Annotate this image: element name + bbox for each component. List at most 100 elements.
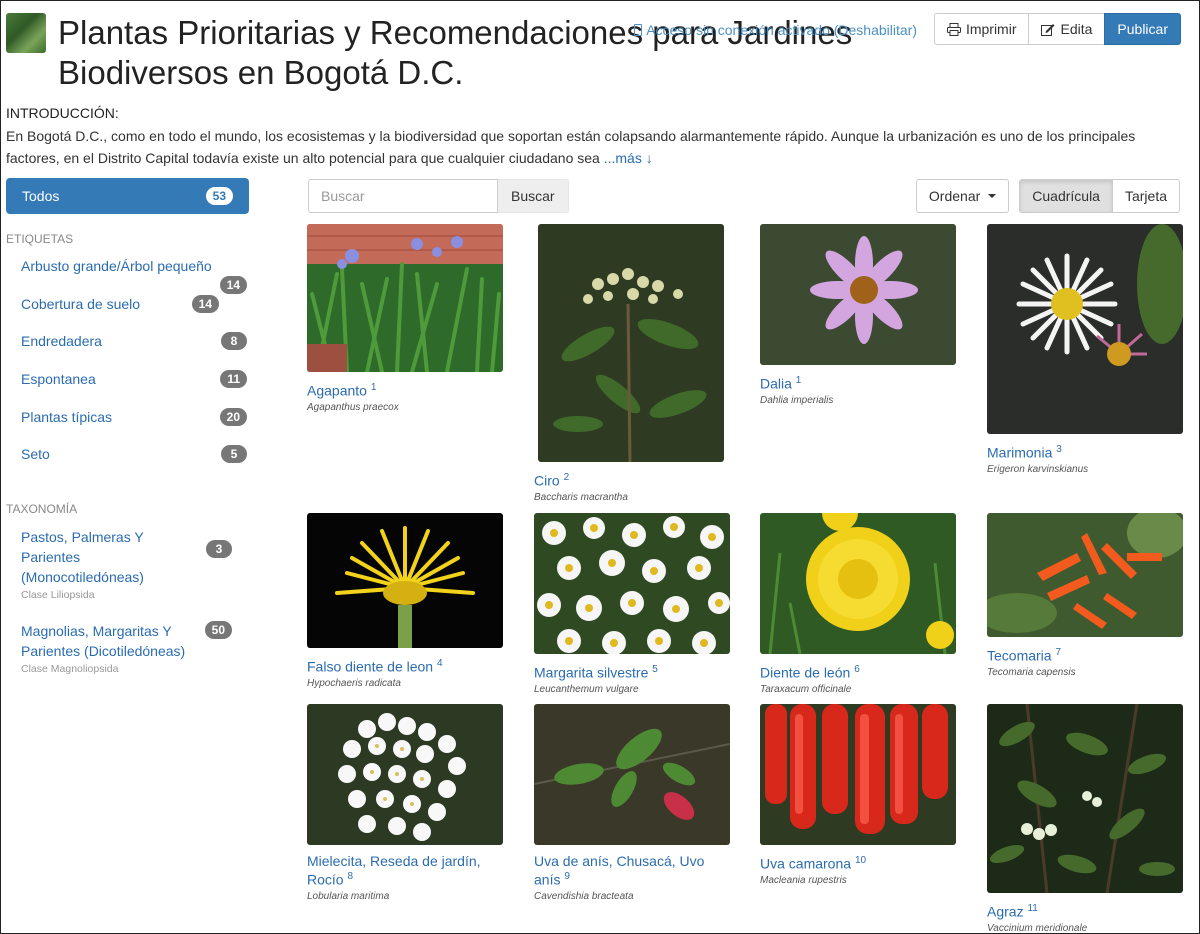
sidebar-item-label: Arbusto grande/Árbol pequeño (21, 258, 212, 274)
plant-card[interactable]: Diente de león 6 Taraxacum officinale (760, 513, 956, 695)
sidebar-item-tag[interactable]: Plantas típicas 20 (6, 408, 264, 426)
card-view-button[interactable]: Tarjeta (1111, 179, 1180, 213)
sort-dropdown[interactable]: Ordenar (915, 179, 1010, 213)
plant-card[interactable]: Agraz 11 Vaccinium meridionale (987, 704, 1183, 934)
plant-image[interactable] (987, 224, 1183, 434)
plant-name-link[interactable]: Margarita silvestre 5 (534, 662, 730, 681)
collection-thumbnail (6, 13, 46, 53)
print-button[interactable]: Imprimir (933, 13, 1030, 45)
plant-name: Dalia (760, 375, 792, 392)
plant-name: Tecomaria (987, 647, 1052, 664)
publish-button[interactable]: Publicar (1104, 13, 1181, 45)
plant-card[interactable]: Agapanto 1 Agapanthus praecox (307, 224, 503, 413)
sidebar-item-tag[interactable]: Arbusto grande/Árbol pequeño 14 (6, 258, 264, 294)
plant-number: 11 (1027, 903, 1038, 914)
count-badge: 14 (191, 295, 219, 313)
plant-card[interactable]: Uva de anís, Chusacá, Uvo anís 9 Cavendi… (534, 704, 730, 902)
sidebar-item-tag[interactable]: Endredadera 8 (6, 332, 264, 350)
plant-name: Diente de león (760, 664, 851, 681)
plant-name: Uva camarona (760, 855, 852, 872)
plant-name: Uva de anís, Chusacá, Uvo anís (534, 853, 705, 888)
count-badge: 50 (204, 621, 232, 639)
plant-number: 10 (854, 855, 867, 866)
plant-card[interactable]: Dalia 1 Dahlia imperialis (760, 224, 956, 406)
plant-image[interactable] (534, 513, 730, 654)
plant-number: 1 (370, 382, 377, 393)
plant-name: Ciro (534, 472, 560, 489)
plant-name-link[interactable]: Ciro 2 (534, 470, 730, 489)
plant-number: 5 (652, 664, 658, 675)
plant-name-link[interactable]: Uva de anís, Chusacá, Uvo anís 9 (534, 853, 730, 888)
caret-down-icon (988, 194, 997, 198)
sidebar-item-taxon[interactable]: Pastos, Palmeras Y Parientes (Monocotile… (6, 527, 201, 587)
header-actions: Imprimir Edita Publicar (933, 13, 1181, 45)
search-button[interactable]: Buscar (498, 179, 569, 213)
count-badge: 20 (219, 408, 247, 426)
plant-image[interactable] (307, 224, 503, 372)
taxon-class: Clase Magnoliopsida (21, 663, 119, 675)
plant-image[interactable] (760, 224, 956, 365)
plant-name-link[interactable]: Marimonia 3 (987, 442, 1183, 461)
intro-text: En Bogotá D.C., como en todo el mundo, l… (6, 125, 1186, 169)
plant-card[interactable]: Mielecita, Reseda de jardín, Rocío 8 Lob… (307, 704, 503, 902)
offline-text: Acceso sin conexión activado (Deshabilit… (646, 22, 917, 38)
sidebar-item-tag[interactable]: Cobertura de suelo 14 (6, 295, 264, 313)
card-view-label: Tarjeta (1124, 188, 1167, 204)
plant-card[interactable]: Margarita silvestre 5 Leucanthemum vulga… (534, 513, 730, 695)
plant-card[interactable]: Marimonia 3 Erigeron karvinskianus (987, 224, 1183, 475)
plant-name: Margarita silvestre (534, 664, 649, 681)
plant-name-link[interactable]: Uva camarona 10 (760, 853, 956, 872)
scientific-name: Leucanthemum vulgare (534, 683, 639, 695)
plant-image[interactable] (538, 224, 724, 462)
plant-name: Agraz (987, 903, 1024, 920)
count-badge: 11 (220, 370, 247, 388)
plant-name-link[interactable]: Agapanto 1 (307, 380, 503, 399)
sidebar-item-all[interactable]: Todos 53 (6, 178, 249, 214)
read-more-link[interactable]: ...más ↓ (604, 150, 653, 166)
plant-name: Mielecita, Reseda de jardín, Rocío (307, 853, 481, 888)
scientific-name: Baccharis macrantha (534, 491, 628, 503)
plant-name-link[interactable]: Falso diente de leon 4 (307, 656, 503, 675)
plant-card[interactable]: Ciro 2 Baccharis macrantha (534, 224, 730, 503)
plant-card[interactable]: Uva camarona 10 Macleania rupestris (760, 704, 956, 886)
scientific-name: Tecomaria capensis (987, 666, 1076, 678)
plant-name-link[interactable]: Tecomaria 7 (987, 645, 1183, 664)
sidebar-item-label: Plantas típicas (21, 409, 113, 425)
plant-image[interactable] (987, 704, 1183, 893)
sidebar-item-tag[interactable]: Espontanea 11 (6, 370, 264, 388)
scientific-name: Vaccinium meridionale (987, 922, 1088, 934)
scientific-name: Dahlia imperialis (760, 394, 834, 406)
plant-number: 2 (563, 472, 570, 483)
count-badge: 8 (221, 332, 247, 350)
print-label: Imprimir (965, 21, 1017, 37)
plant-card[interactable]: Tecomaria 7 Tecomaria capensis (987, 513, 1183, 678)
plant-name-link[interactable]: Mielecita, Reseda de jardín, Rocío 8 (307, 853, 497, 888)
plant-card[interactable]: Falso diente de leon 4 Hypochaeris radic… (307, 513, 503, 689)
plant-number: 3 (1056, 444, 1062, 455)
plant-number: 4 (436, 658, 443, 669)
offline-access-link[interactable]: Acceso sin conexión activado (Deshabilit… (634, 22, 917, 38)
sidebar-item-tag[interactable]: Seto 5 (6, 445, 264, 463)
plant-name: Marimonia (987, 444, 1053, 461)
plant-image[interactable] (760, 513, 956, 654)
view-controls: Ordenar Cuadrícula Tarjeta (915, 179, 1180, 213)
plant-number: 6 (854, 664, 860, 675)
plant-image[interactable] (987, 513, 1183, 637)
intro-body: En Bogotá D.C., como en todo el mundo, l… (6, 128, 1136, 166)
sidebar-item-label: Pastos, Palmeras Y Parientes (Monocotile… (21, 529, 144, 585)
plant-image[interactable] (307, 704, 503, 845)
plant-image[interactable] (760, 704, 956, 845)
plant-image[interactable] (534, 704, 730, 845)
plant-name-link[interactable]: Agraz 11 (987, 901, 1183, 920)
edit-button[interactable]: Edita (1028, 13, 1106, 45)
plant-number: 1 (795, 375, 802, 386)
plant-image[interactable] (307, 513, 503, 648)
plant-name: Falso diente de leon (307, 658, 434, 675)
sort-label: Ordenar (928, 188, 981, 204)
scientific-name: Macleania rupestris (760, 874, 847, 886)
search-input[interactable]: Buscar (308, 179, 498, 213)
grid-view-button[interactable]: Cuadrícula (1019, 179, 1113, 213)
plant-name-link[interactable]: Diente de león 6 (760, 662, 956, 681)
sidebar-item-taxon[interactable]: Magnolias, Margaritas Y Parientes (Dicot… (6, 621, 191, 661)
plant-name-link[interactable]: Dalia 1 (760, 373, 956, 392)
